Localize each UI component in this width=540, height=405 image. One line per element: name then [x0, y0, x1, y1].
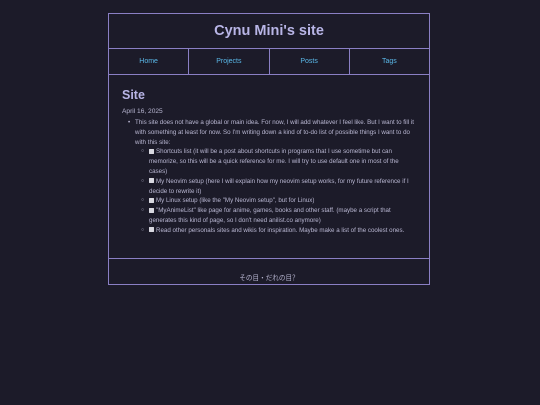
checkbox[interactable]	[149, 207, 154, 213]
content-list: This site does not have a global or main…	[122, 118, 416, 236]
checkbox[interactable]	[149, 227, 154, 233]
todo-text: Read other personals sites and wikis for…	[156, 226, 405, 234]
page-frame: Cynu Mini's site Home Projects Posts Tag…	[108, 13, 430, 285]
todo-item: My Linux setup (like the "My Neovim setu…	[141, 196, 416, 206]
todo-item: "MyAnimeList" like page for anime, games…	[141, 206, 416, 226]
todo-item: Shortcuts list (it will be a post about …	[141, 147, 416, 176]
page-title: Site	[122, 88, 145, 102]
site-title[interactable]: Cynu Mini's site	[214, 23, 324, 39]
nav-tags-link[interactable]: Tags	[350, 49, 429, 74]
main-content: Site April 16, 2025 This site does not h…	[109, 75, 429, 259]
site-header: Cynu Mini's site	[109, 14, 429, 49]
todo-text: Shortcuts list (it will be a post about …	[149, 148, 399, 175]
todo-item: My Neovim setup (here I will explain how…	[141, 177, 416, 197]
footer-text: その目・だれの目？	[239, 275, 299, 282]
todo-text: "MyAnimeList" like page for anime, games…	[149, 207, 391, 224]
list-item: This site does not have a global or main…	[128, 118, 416, 236]
checkbox[interactable]	[149, 197, 154, 203]
nav-home-link[interactable]: Home	[109, 49, 190, 74]
todo-text: My Linux setup (like the "My Neovim setu…	[156, 197, 315, 205]
todo-list: Shortcuts list (it will be a post about …	[135, 147, 416, 235]
todo-item: Read other personals sites and wikis for…	[141, 226, 416, 236]
site-footer: その目・だれの目？	[109, 259, 429, 295]
nav-projects-link[interactable]: Projects	[189, 49, 270, 74]
nav-posts-link[interactable]: Posts	[270, 49, 350, 74]
todo-text: My Neovim setup (here I will explain how…	[149, 177, 409, 195]
intro-text: This site does not have a global or main…	[135, 119, 414, 146]
post-date: April 16, 2025	[122, 108, 163, 115]
main-nav: Home Projects Posts Tags	[109, 49, 429, 75]
checkbox[interactable]	[149, 178, 154, 184]
checkbox[interactable]	[149, 148, 154, 154]
